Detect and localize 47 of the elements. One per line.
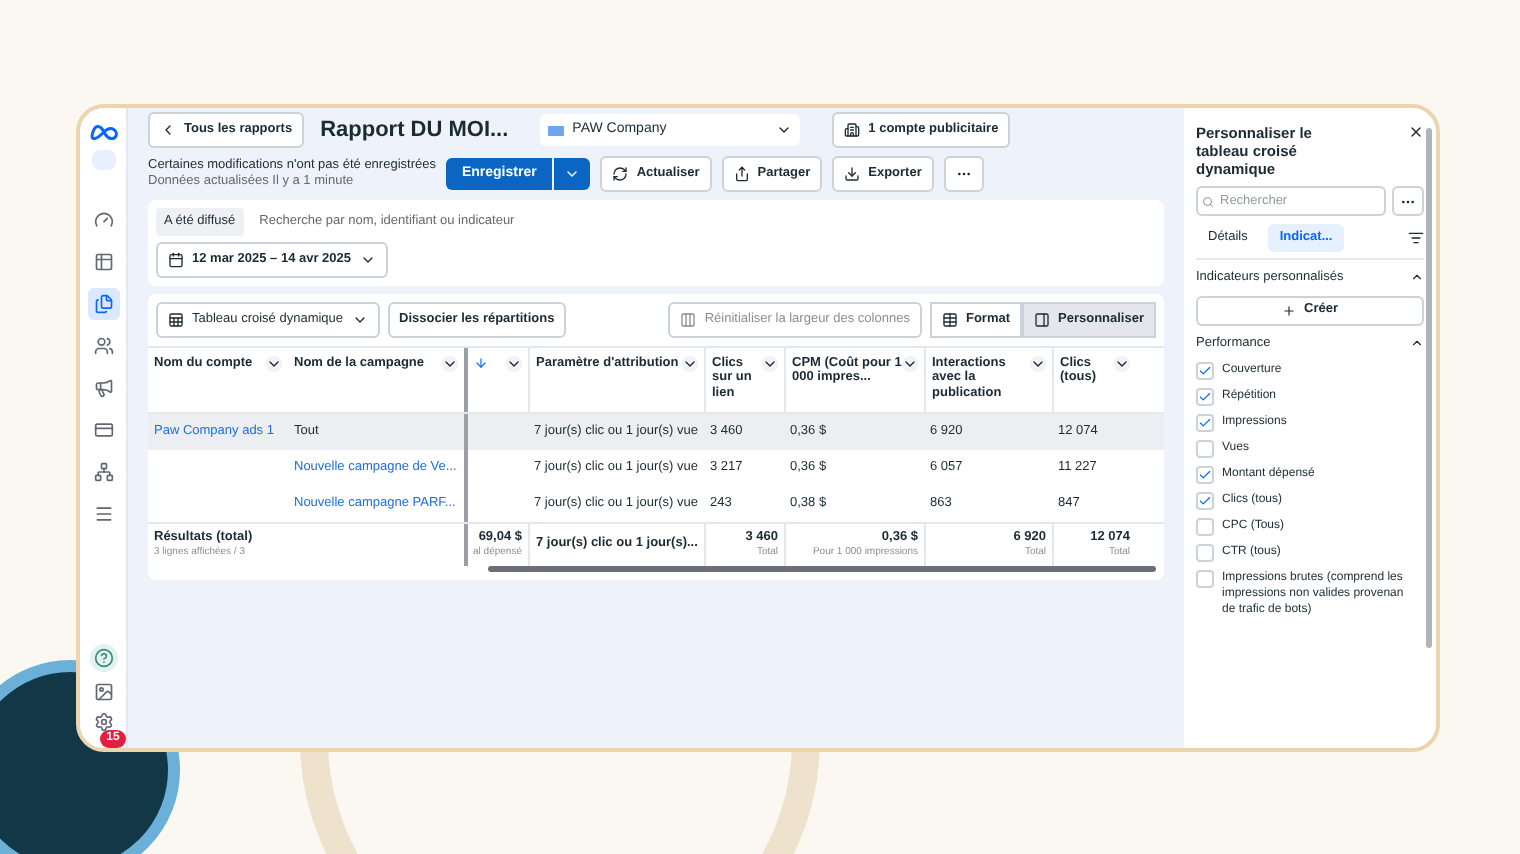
logo-icon (89, 124, 117, 140)
image-icon[interactable] (93, 682, 113, 702)
back-icon (160, 122, 176, 138)
calendar-icon (168, 251, 184, 268)
checkbox[interactable] (1196, 439, 1214, 457)
building-icon (844, 122, 861, 138)
column-menu-icon[interactable] (266, 355, 282, 372)
collapse-icon[interactable] (1410, 270, 1424, 285)
checkbox[interactable] (1196, 569, 1214, 587)
settings-icon[interactable] (93, 712, 113, 732)
plus-icon (1282, 303, 1296, 318)
collapse-icon[interactable] (1410, 336, 1424, 351)
checkbox[interactable] (1196, 517, 1214, 535)
column-menu-icon[interactable] (902, 355, 918, 372)
help-icon[interactable] (89, 644, 117, 672)
checkbox[interactable] (1196, 361, 1214, 379)
column-menu-icon[interactable] (762, 355, 778, 372)
download-icon (844, 166, 861, 182)
sort-icon (474, 355, 488, 370)
refresh-icon (612, 166, 629, 182)
columns-icon (680, 311, 697, 328)
vertical-scrollbar[interactable] (1426, 128, 1432, 648)
report-title: Rapport DU MOI... (320, 115, 509, 146)
sort-icon[interactable] (1408, 230, 1424, 246)
close-icon[interactable] (1408, 124, 1424, 140)
account-logo-icon (548, 125, 565, 135)
share-icon (733, 166, 750, 182)
panel-icon (1034, 311, 1050, 328)
caret-icon (564, 166, 581, 182)
search-icon (1202, 195, 1214, 207)
checkbox[interactable] (1196, 465, 1214, 483)
grid-icon (941, 311, 958, 328)
column-menu-icon[interactable] (1114, 355, 1130, 372)
column-menu-icon[interactable] (1030, 355, 1046, 372)
checkbox[interactable] (1196, 543, 1214, 561)
table-icon (168, 311, 184, 328)
save-options-button[interactable] (554, 158, 591, 190)
horizontal-scrollbar[interactable] (488, 565, 1156, 572)
documents-icon[interactable] (87, 288, 119, 320)
checkbox[interactable] (1196, 387, 1214, 405)
column-menu-icon[interactable] (506, 355, 522, 372)
column-menu-icon[interactable] (682, 355, 698, 372)
account-avatar (91, 150, 115, 170)
checkbox[interactable] (1196, 413, 1214, 431)
caret-icon (776, 122, 793, 138)
column-menu-icon[interactable] (442, 355, 458, 372)
checkbox[interactable] (1196, 491, 1214, 509)
